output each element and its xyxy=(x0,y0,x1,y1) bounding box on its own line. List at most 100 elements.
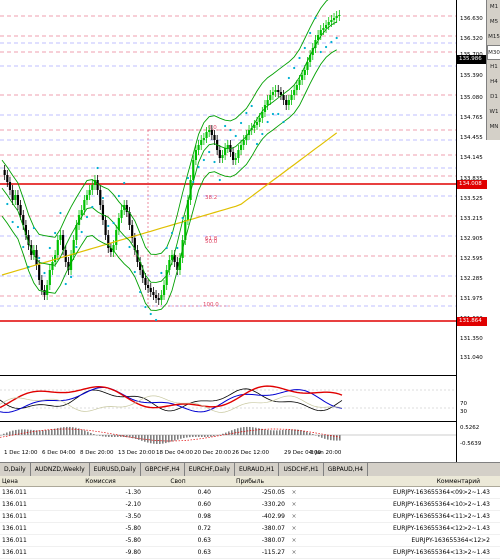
orders-header: Цена Комиссия Своп Прибыль Комментарий xyxy=(0,476,500,487)
candle-body xyxy=(255,122,259,125)
close-order-icon[interactable]: × xyxy=(287,535,301,546)
close-order-icon[interactable]: × xyxy=(287,487,301,498)
sar-dot xyxy=(293,66,296,70)
histogram-bar xyxy=(204,435,206,438)
price-chart[interactable]: 0.038.250.061.8100.0 xyxy=(0,0,456,374)
sar-dot xyxy=(239,121,243,125)
order-price: 136.011 xyxy=(2,537,27,544)
price-scale-label: 133.215 xyxy=(460,216,483,222)
candle-body xyxy=(200,140,203,145)
timeframe-d1[interactable]: D1 xyxy=(487,90,500,105)
order-profit: -380.07 xyxy=(261,537,285,544)
candle-body xyxy=(38,265,41,280)
close-order-icon[interactable]: × xyxy=(287,547,301,558)
price-scale-label: 134.455 xyxy=(460,135,483,141)
date-label: 1 Dec 12:00 xyxy=(4,450,38,456)
order-comment: EURJPY-163655364<09>2~1.43 xyxy=(393,489,490,496)
histogram-bar xyxy=(129,435,131,438)
chart-tab[interactable]: USDCHF,H1 xyxy=(279,463,324,476)
candle-body xyxy=(213,135,216,140)
histogram-bar xyxy=(258,428,260,435)
sar-dot xyxy=(107,224,110,228)
timeframe-m15[interactable]: M15 xyxy=(487,30,500,45)
timeframe-m1[interactable]: M1 xyxy=(487,0,500,15)
order-commission: -1.30 xyxy=(125,489,141,496)
date-axis: 1 Dec 12:00 6 Dec 04:00 8 Dec 20:00 13 Dec … xyxy=(0,446,456,462)
histogram-bar xyxy=(45,430,47,435)
date-label: 26 Dec 12:00 xyxy=(232,450,269,456)
close-order-icon[interactable]: × xyxy=(287,511,301,522)
order-profit: -402.99 xyxy=(261,513,285,520)
candle-body xyxy=(332,18,336,20)
close-order-icon[interactable]: × xyxy=(287,523,301,534)
price-scale-label: 131.975 xyxy=(460,296,483,302)
sar-dot xyxy=(319,50,322,54)
oscillator-panel[interactable] xyxy=(0,375,456,420)
date-label: 13 Dec 20:00 xyxy=(118,450,155,456)
header-price[interactable]: Цена xyxy=(0,476,60,486)
histogram-bar xyxy=(339,435,341,441)
candle-body xyxy=(8,182,12,190)
histogram-bar xyxy=(183,435,185,439)
histogram-bar xyxy=(291,429,293,435)
candle-body xyxy=(224,148,227,155)
order-comment: EURJPY-163655364<13>2~1.43 xyxy=(393,549,490,556)
candle-body xyxy=(51,262,54,270)
timeframe-w1[interactable]: W1 xyxy=(487,105,500,120)
price-scale[interactable]: 136.630136.320135.700135.390135.080134.7… xyxy=(456,0,487,462)
price-scale-label: 131.040 xyxy=(460,355,483,361)
histogram-bar xyxy=(315,435,317,436)
histogram-bar xyxy=(327,435,329,440)
timeframe-h1[interactable]: H1 xyxy=(487,60,500,75)
chart-tab[interactable]: D,Daily xyxy=(0,463,31,476)
candle-body xyxy=(115,230,118,245)
price-tag-red-upper: 134.008 xyxy=(457,180,487,189)
sar-dot xyxy=(154,318,158,322)
histogram-bar xyxy=(189,435,191,438)
histogram-bar xyxy=(144,435,146,442)
date-label: 8 Dec 20:00 xyxy=(80,450,114,456)
sar-dot xyxy=(117,194,120,198)
histogram-bar xyxy=(231,430,233,435)
header-profit[interactable]: Прибыль xyxy=(215,476,287,486)
chart-tab[interactable]: EURAUD,H1 xyxy=(235,463,280,476)
orders-body: 136.011 -1.30 0.40 -250.05 × EURJPY-163655364… xyxy=(0,487,500,559)
candle-body xyxy=(274,90,277,92)
order-row[interactable]: 136.011 -5.80 0.72 -380.07 × EURJPY-163655364… xyxy=(0,523,500,535)
histogram-bar xyxy=(33,430,35,435)
candle-body xyxy=(165,270,168,285)
chart-window[interactable]: 0.0 38.2 50.0 61.8 100.0 1 Dec 12:00 6 Dec 04… xyxy=(0,0,500,462)
order-row[interactable]: 136.011 -9.80 0.63 -115.27 × EURJPY-163655364… xyxy=(0,547,500,559)
order-profit: -115.27 xyxy=(261,549,285,556)
price-scale-label: 132.285 xyxy=(460,276,483,282)
order-row[interactable]: 136.011 -1.30 0.40 -250.05 × EURJPY-163655364… xyxy=(0,487,500,499)
sar-dot xyxy=(48,246,51,250)
order-row[interactable]: 136.011 -3.50 0.98 -402.99 × EURJPY-163655364… xyxy=(0,511,500,523)
header-commission[interactable]: Комиссия xyxy=(60,476,145,486)
fib-level-label: 61.8 xyxy=(205,236,218,242)
chart-tab[interactable]: GBPCHF,H4 xyxy=(141,463,185,476)
histogram-bar xyxy=(240,427,242,435)
timeframe-m30[interactable]: M30 xyxy=(487,45,500,60)
timeframe-h4[interactable]: H4 xyxy=(487,75,500,90)
sar-dot xyxy=(112,221,115,225)
sar-dot xyxy=(213,160,216,164)
chart-tab[interactable]: EURCHF,Daily xyxy=(185,463,235,476)
timeframe-mn[interactable]: MN xyxy=(487,120,500,135)
chart-tab[interactable]: AUDNZD,Weekly xyxy=(31,463,90,476)
chart-tab[interactable]: GBPAUD,H4 xyxy=(324,463,369,476)
timeframe-m5[interactable]: M5 xyxy=(487,15,500,30)
candle-body xyxy=(157,298,160,300)
chart-tab[interactable]: EURUSD,Daily xyxy=(90,463,141,476)
close-order-icon[interactable]: × xyxy=(287,499,301,510)
header-comment[interactable]: Комментарий xyxy=(301,476,500,486)
histogram-bar xyxy=(105,435,107,437)
order-comment: EURJPY-163655364<12>2 xyxy=(411,537,490,544)
header-swap[interactable]: Своп xyxy=(145,476,215,486)
order-row[interactable]: 136.011 -5.80 0.63 -380.07 × EURJPY-163655364… xyxy=(0,535,500,547)
histogram-panel[interactable] xyxy=(0,421,456,446)
candle-body xyxy=(258,118,261,122)
order-row[interactable]: 136.011 -2.10 0.60 -330.20 × EURJPY-163655364… xyxy=(0,499,500,511)
order-comment: EURJPY-163655364<12>2~1.43 xyxy=(393,525,490,532)
sar-dot xyxy=(144,305,147,309)
